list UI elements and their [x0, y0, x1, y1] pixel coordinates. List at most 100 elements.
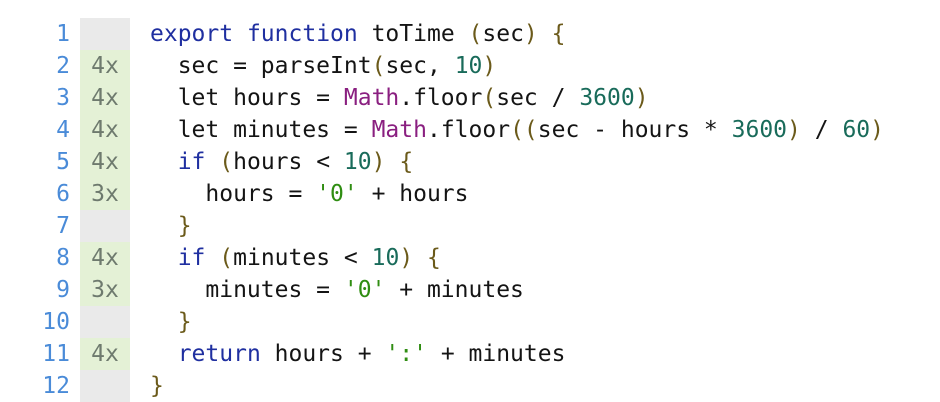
- code-text: if (hours < 10) {: [150, 146, 413, 178]
- line-number: 10: [42, 309, 70, 335]
- code-line: 9 3x minutes = '0' + minutes: [0, 274, 940, 306]
- code-token: sec = parseInt: [177, 53, 372, 79]
- code-token: '0': [316, 181, 358, 207]
- code-line: 5 4x if (hours < 10) {: [0, 146, 940, 178]
- code-token: /: [800, 117, 843, 143]
- code-text: minutes = '0' + minutes: [150, 274, 524, 306]
- code-line: 1 export function toTime (sec) {: [0, 18, 940, 50]
- code-text: sec = parseInt(sec, 10): [150, 50, 497, 82]
- code-token: {: [399, 149, 414, 175]
- coverage-code-viewer: 1 export function toTime (sec) { 2 4x sec =…: [0, 0, 940, 402]
- code-line: 11 4x return hours + ':' + minutes: [0, 338, 940, 370]
- code-line: 10 }: [0, 306, 940, 338]
- code-token: ): [787, 117, 801, 143]
- code-token: let minutes =: [177, 117, 372, 143]
- hit-count: 4x: [80, 50, 130, 82]
- code-text: export function toTime (sec) {: [150, 18, 566, 50]
- code-token: minutes =: [205, 277, 344, 303]
- code-token: 10: [343, 149, 372, 175]
- line-number: 2: [56, 53, 70, 79]
- code-token: sec: [482, 21, 524, 47]
- hit-count: 4x: [80, 338, 130, 370]
- code-text: }: [150, 210, 192, 242]
- code-token: hours =: [205, 181, 317, 207]
- code-token: if: [177, 149, 206, 175]
- code-token: 3600: [731, 117, 788, 143]
- code-token: 10: [454, 53, 483, 79]
- code-token: (: [468, 21, 483, 47]
- code-token: {: [427, 245, 441, 271]
- code-text: }: [150, 306, 192, 338]
- line-number: 4: [56, 117, 70, 143]
- code-line: 2 4x sec = parseInt(sec, 10): [0, 50, 940, 82]
- code-token: function: [246, 21, 358, 47]
- code-token: export: [150, 21, 234, 47]
- code-token: }: [177, 309, 192, 335]
- code-token: ): [523, 21, 538, 47]
- code-token: (: [219, 149, 234, 175]
- hit-count: 3x: [80, 178, 130, 210]
- code-token: minutes <: [233, 245, 372, 271]
- code-token: Math: [343, 85, 400, 111]
- code-token: Math: [371, 117, 427, 143]
- code-token: ): [634, 85, 649, 111]
- code-token: if: [177, 245, 206, 271]
- code-token: .floor: [426, 117, 511, 143]
- code-text: if (minutes < 10) {: [150, 242, 441, 274]
- code-token: + minutes: [426, 341, 566, 367]
- code-text: }: [150, 370, 164, 402]
- code-token: ): [482, 53, 497, 79]
- code-line: 6 3x hours = '0' + hours: [0, 178, 940, 210]
- code-line: 12}: [0, 370, 940, 402]
- code-token: return: [177, 341, 261, 367]
- line-number: 3: [56, 85, 70, 111]
- code-token: ): [399, 245, 414, 271]
- line-number: 12: [42, 373, 70, 399]
- hit-count: 4x: [80, 114, 130, 146]
- line-number: 7: [56, 213, 70, 239]
- code-token: 3600: [579, 85, 635, 111]
- code-text: return hours + ':' + minutes: [150, 338, 566, 370]
- code-line: 3 4x let hours = Math.floor(sec / 3600): [0, 82, 940, 114]
- code-token: 10: [371, 245, 400, 271]
- code-line: 4 4x let minutes = Math.floor((sec - hour…: [0, 114, 940, 146]
- code-text: hours = '0' + hours: [150, 178, 469, 210]
- code-token: ): [870, 117, 884, 143]
- code-token: }: [150, 373, 164, 399]
- code-line: 7 }: [0, 210, 940, 242]
- code-token: }: [177, 213, 192, 239]
- code-text: let hours = Math.floor(sec / 3600): [150, 82, 649, 114]
- code-token: 60: [842, 117, 871, 143]
- code-token: + hours: [357, 181, 469, 207]
- line-number: 8: [56, 245, 70, 271]
- hit-count: 4x: [80, 82, 130, 114]
- code-token: '0': [343, 277, 386, 303]
- hit-count: [80, 306, 130, 338]
- code-token: .floor: [399, 85, 483, 111]
- hit-count: 4x: [80, 146, 130, 178]
- code-token: + minutes: [385, 277, 524, 303]
- code-token: sec /: [496, 85, 580, 111]
- code-token: ): [371, 149, 386, 175]
- line-number: 9: [56, 277, 70, 303]
- code-text: let minutes = Math.floor((sec - hours * …: [150, 114, 884, 146]
- code-token: ((: [510, 117, 538, 143]
- hit-count: [80, 370, 130, 402]
- code-token: {: [551, 21, 566, 47]
- code-token: let hours =: [177, 85, 344, 111]
- code-line: 8 4x if (minutes < 10) {: [0, 242, 940, 274]
